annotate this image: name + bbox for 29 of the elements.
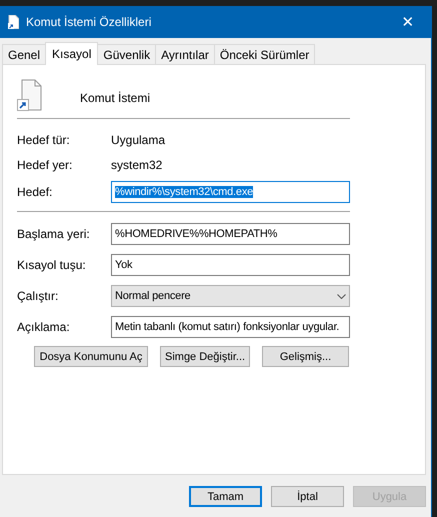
action-button[interactable]: Simge Değiştir... — [160, 346, 250, 367]
field-label: Hedef yer: — [17, 158, 74, 172]
dialog-button[interactable]: Tamam — [189, 486, 262, 507]
window-title: Komut İstemi Özellikleri — [26, 15, 152, 29]
text-field[interactable]: %HOMEDRIVE%%HOMEPATH% — [111, 223, 350, 245]
action-button[interactable]: Dosya Konumunu Aç — [34, 346, 148, 367]
field-label: Hedef: — [17, 185, 54, 199]
field-label: Başlama yeri: — [17, 227, 91, 241]
field-label: Hedef tür: — [17, 132, 71, 146]
tab[interactable]: Genel — [2, 44, 46, 64]
field-value: Uygulama — [111, 132, 166, 146]
dropdown[interactable]: Normal pencere — [111, 285, 350, 307]
close-button[interactable]: ✕ — [385, 6, 431, 38]
field-label: Çalıştır: — [17, 289, 60, 303]
tab[interactable]: Ayrıntılar — [155, 44, 215, 64]
text-field[interactable]: %windir%\system32\cmd.exe — [111, 181, 350, 203]
text-field[interactable]: Yok — [111, 254, 350, 276]
field-label: Kısayol tuşu: — [17, 258, 87, 272]
field-value: system32 — [111, 158, 162, 172]
chevron-down-icon — [337, 294, 346, 298]
field-label: Açıklama: — [17, 320, 71, 334]
shortcut-name: Komut İstemi — [80, 91, 150, 105]
document-shortcut-icon — [17, 79, 42, 111]
action-button[interactable]: Gelişmiş... — [262, 346, 349, 367]
tab[interactable]: Kısayol — [45, 42, 98, 65]
document-shortcut-icon — [8, 15, 19, 29]
text-field[interactable]: Metin tabanlı (komut satırı) fonksiyonlar uygular. — [111, 316, 350, 338]
tab[interactable]: Önceki Sürümler — [214, 44, 316, 64]
dialog-button[interactable]: İptal — [271, 486, 344, 507]
